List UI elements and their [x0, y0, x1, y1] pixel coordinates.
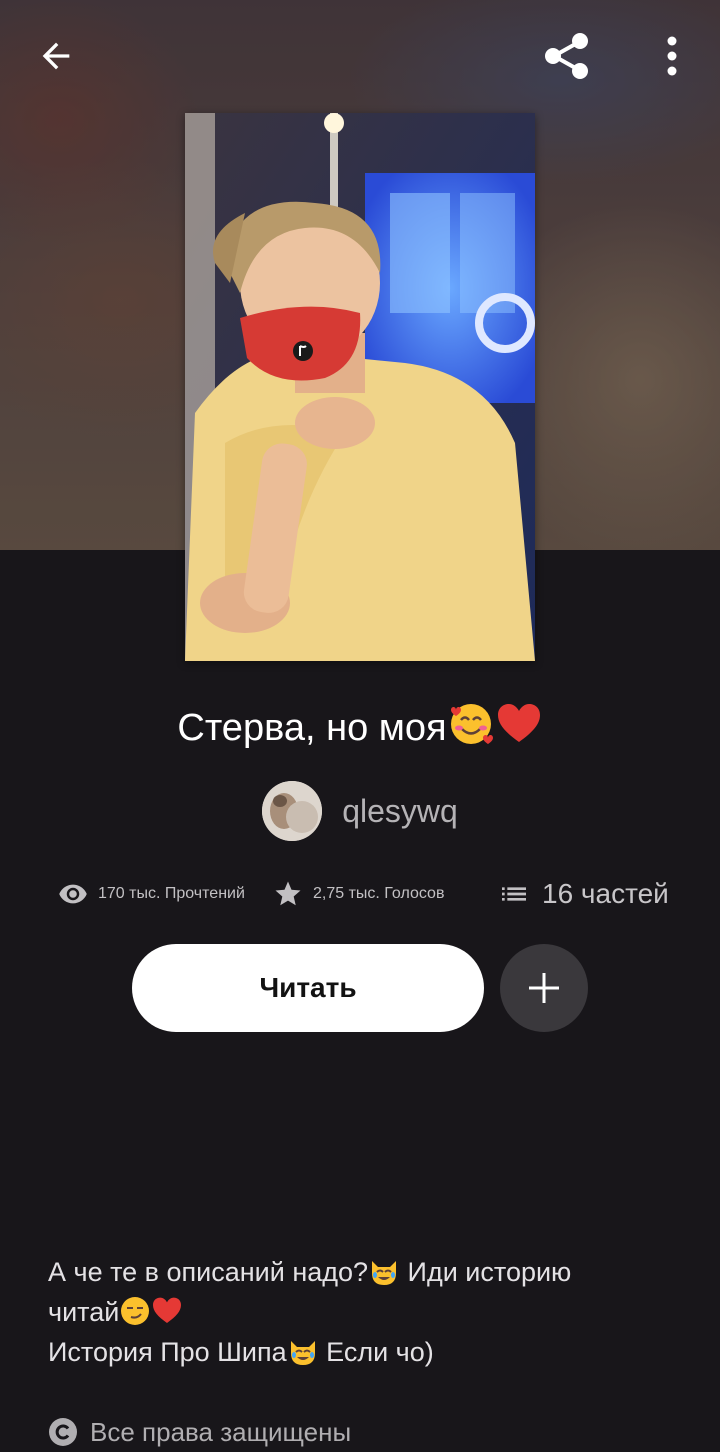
read-button[interactable]: Читать — [132, 944, 484, 1032]
description-text: Иди историю — [400, 1257, 572, 1287]
cat-joy-emoji-icon — [287, 1335, 319, 1367]
story-stats: 170 тыс. Прочтений 2,75 тыс. Голосов 16 … — [0, 866, 720, 922]
smiling-face-with-hearts-emoji-icon — [447, 700, 495, 748]
copyright-icon — [49, 1418, 77, 1446]
description-text: читай — [48, 1297, 120, 1327]
copyright-row: Все права защищены — [48, 1412, 351, 1452]
reads-stat: 170 тыс. Прочтений — [58, 866, 245, 922]
story-title-text: Стерва, но моя — [177, 707, 447, 749]
arrow-left-icon — [42, 42, 70, 70]
more-vertical-icon — [667, 36, 677, 76]
smirking-face-emoji-icon — [119, 1295, 151, 1327]
back-button[interactable] — [22, 22, 90, 90]
story-description: А че те в описаний надо? Иди историю чит… — [48, 1252, 678, 1372]
story-cover-image[interactable] — [185, 113, 535, 661]
share-button[interactable] — [533, 22, 601, 90]
votes-count: 2,75 тыс. Голосов — [313, 885, 445, 902]
story-title: Стерва, но моя — [0, 700, 720, 754]
author-avatar[interactable] — [262, 781, 323, 841]
description-text: Если чо) — [318, 1337, 434, 1367]
story-details-screen: Стерва, но моя qlesywq 170 тыс. Прочтени… — [0, 0, 720, 1452]
red-heart-emoji-icon — [151, 1295, 183, 1327]
copyright-label: Все права защищены — [90, 1416, 352, 1447]
list-icon — [502, 887, 526, 901]
description-text: А че те в описаний надо? — [48, 1257, 369, 1287]
eye-icon — [59, 884, 87, 904]
votes-stat: 2,75 тыс. Голосов — [273, 866, 444, 922]
cat-joy-emoji-icon — [368, 1255, 400, 1287]
author-link[interactable]: qlesywq — [0, 780, 720, 842]
description-line-3: История Про Шипа Если чо) — [48, 1332, 678, 1372]
plus-icon — [529, 973, 559, 1003]
parts-count[interactable]: 16 частей — [542, 878, 669, 910]
description-line-1: А че те в описаний надо? Иди историю — [48, 1252, 678, 1292]
description-line-2: читай — [48, 1292, 678, 1332]
reads-count: 170 тыс. Прочтений — [98, 885, 245, 902]
author-name[interactable]: qlesywq — [342, 793, 458, 830]
share-icon — [545, 33, 588, 79]
parts-stat[interactable]: 16 частей — [498, 866, 669, 922]
description-text: История Про Шипа — [48, 1337, 287, 1367]
red-heart-emoji-icon — [495, 700, 543, 748]
more-options-button[interactable] — [638, 22, 706, 90]
add-to-library-button[interactable] — [500, 944, 588, 1032]
star-icon — [275, 881, 301, 906]
